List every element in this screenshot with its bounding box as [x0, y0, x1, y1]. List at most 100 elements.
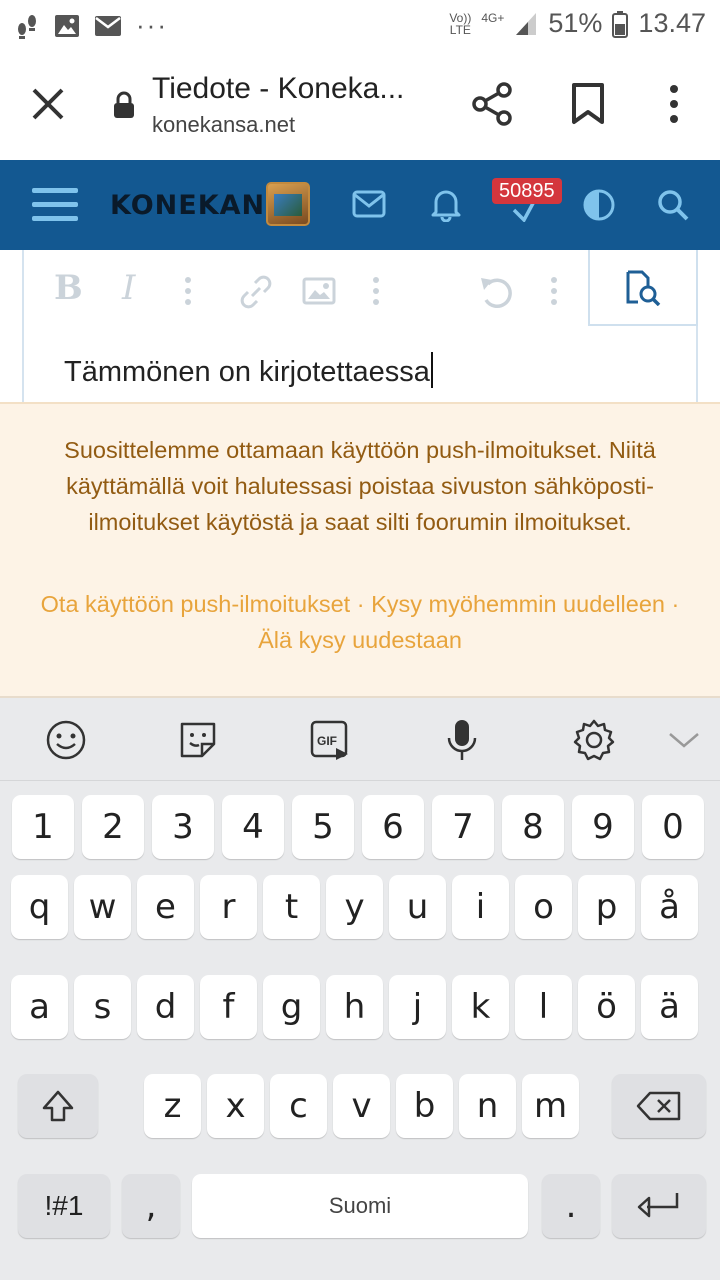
key-j[interactable]: j: [389, 975, 446, 1039]
key-3[interactable]: 3: [152, 795, 214, 859]
page-url[interactable]: konekansa.net: [152, 112, 295, 138]
key-n[interactable]: n: [459, 1074, 516, 1138]
logo-image[interactable]: [266, 182, 310, 226]
email-icon: [95, 15, 121, 36]
key-a[interactable]: a: [11, 975, 68, 1039]
emoji-icon[interactable]: [44, 718, 88, 762]
never-ask-link[interactable]: Älä kysy uudestaan: [258, 627, 462, 653]
separator: ·: [671, 591, 680, 617]
editor-content[interactable]: Tämmönen on kirjotettaessa: [64, 352, 433, 389]
key-z[interactable]: z: [144, 1074, 201, 1138]
svg-text:GIF: GIF: [317, 734, 337, 748]
inbox-icon[interactable]: [352, 190, 386, 218]
chevron-down-icon[interactable]: [662, 718, 706, 762]
enter-key[interactable]: [612, 1174, 706, 1238]
soft-keyboard: GIF 1234567890 qwertyuiopå asdfghjklöä zxcv…: [0, 698, 720, 1280]
key-s[interactable]: s: [74, 975, 131, 1039]
key-ä[interactable]: ä: [641, 975, 698, 1039]
key-r[interactable]: r: [200, 875, 257, 939]
hamburger-menu-icon[interactable]: [32, 184, 78, 224]
key-b[interactable]: b: [396, 1074, 453, 1138]
settings-gear-icon[interactable]: [572, 718, 616, 762]
ask-later-link[interactable]: Kysy myöhemmin uudelleen: [371, 591, 665, 617]
key-k[interactable]: k: [452, 975, 509, 1039]
gallery-icon: [55, 14, 79, 37]
more-formatting-icon[interactable]: [180, 276, 196, 306]
key-i[interactable]: i: [452, 875, 509, 939]
bell-icon[interactable]: [430, 186, 462, 222]
notification-badge[interactable]: 50895: [492, 178, 562, 204]
key-o[interactable]: o: [515, 875, 572, 939]
key-t[interactable]: t: [263, 875, 320, 939]
backspace-key[interactable]: [612, 1074, 706, 1138]
symbols-key[interactable]: !#1: [18, 1174, 110, 1238]
enter-icon: [637, 1193, 679, 1218]
key-comma[interactable]: ,: [122, 1174, 180, 1238]
clock: 13.47: [638, 8, 706, 38]
separator: ·: [356, 591, 365, 617]
browser-toolbar: Tiedote - Koneka... konekansa.net: [0, 52, 720, 160]
push-notification-notice: Suosittelemme ottamaan käyttöön push-ilm…: [0, 402, 720, 698]
key-5[interactable]: 5: [292, 795, 354, 859]
link-icon[interactable]: [238, 274, 274, 310]
more-insert-icon[interactable]: [368, 276, 384, 306]
key-f[interactable]: f: [200, 975, 257, 1039]
key-u[interactable]: u: [389, 875, 446, 939]
volte-indicator: Vo)) LTE: [449, 10, 472, 37]
key-c[interactable]: c: [270, 1074, 327, 1138]
key-d[interactable]: d: [137, 975, 194, 1039]
key-4[interactable]: 4: [222, 795, 284, 859]
preview-button[interactable]: [588, 250, 698, 326]
key-period[interactable]: .: [542, 1174, 600, 1238]
key-8[interactable]: 8: [502, 795, 564, 859]
sticker-icon[interactable]: [176, 718, 220, 762]
shift-key[interactable]: [18, 1074, 98, 1138]
key-q[interactable]: q: [11, 875, 68, 939]
italic-icon[interactable]: I: [122, 268, 135, 308]
key-y[interactable]: y: [326, 875, 383, 939]
more-vert-icon[interactable]: [660, 82, 688, 126]
image-icon[interactable]: [302, 276, 336, 306]
key-g[interactable]: g: [263, 975, 320, 1039]
space-key[interactable]: Suomi: [192, 1174, 528, 1238]
notice-message: Suosittelemme ottamaan käyttöön push-ilm…: [64, 437, 656, 535]
close-icon[interactable]: [28, 84, 68, 124]
undo-icon[interactable]: [478, 274, 516, 310]
status-bar: ··· Vo)) LTE 4G+ 51% 13.47: [0, 0, 720, 52]
backspace-icon: [636, 1091, 681, 1121]
key-ö[interactable]: ö: [578, 975, 635, 1039]
microphone-icon[interactable]: [440, 718, 484, 762]
key-m[interactable]: m: [522, 1074, 579, 1138]
gif-icon[interactable]: GIF: [308, 718, 352, 762]
key-0[interactable]: 0: [642, 795, 704, 859]
shift-icon: [42, 1090, 74, 1122]
lock-icon[interactable]: [112, 90, 136, 120]
key-9[interactable]: 9: [572, 795, 634, 859]
bold-icon[interactable]: B: [54, 268, 83, 308]
theme-toggle-icon[interactable]: [582, 188, 616, 222]
signal-icon: [516, 12, 537, 35]
key-p[interactable]: p: [578, 875, 635, 939]
battery-icon: [612, 10, 629, 38]
network-type: 4G+: [481, 11, 505, 25]
key-e[interactable]: e: [137, 875, 194, 939]
steps-icon: [18, 14, 36, 39]
key-v[interactable]: v: [333, 1074, 390, 1138]
more-options-icon[interactable]: [546, 276, 562, 306]
key-å[interactable]: å: [641, 875, 698, 939]
key-1[interactable]: 1: [12, 795, 74, 859]
key-w[interactable]: w: [74, 875, 131, 939]
key-x[interactable]: x: [207, 1074, 264, 1138]
enable-push-link[interactable]: Ota käyttöön push-ilmoitukset: [41, 591, 351, 617]
key-7[interactable]: 7: [432, 795, 494, 859]
share-icon[interactable]: [470, 82, 514, 126]
message-editor[interactable]: B I Tämmönen on kirjotettaessa: [22, 250, 698, 402]
key-6[interactable]: 6: [362, 795, 424, 859]
search-icon[interactable]: [656, 188, 690, 222]
bookmark-icon[interactable]: [570, 82, 606, 126]
key-l[interactable]: l: [515, 975, 572, 1039]
key-2[interactable]: 2: [82, 795, 144, 859]
key-h[interactable]: h: [326, 975, 383, 1039]
site-header: KONEKANSA 50895: [0, 160, 720, 250]
keyboard-toolbar: GIF: [0, 698, 720, 781]
